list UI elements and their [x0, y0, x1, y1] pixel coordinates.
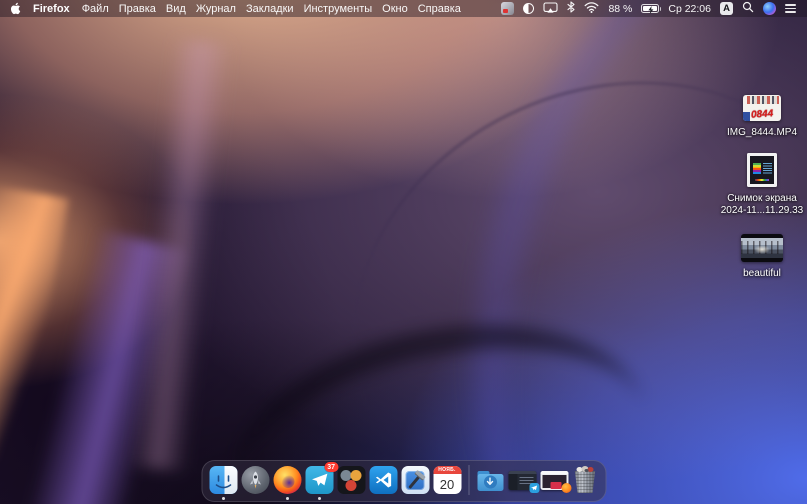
siri-icon[interactable]: [763, 2, 776, 15]
menubar-app-icon[interactable]: [501, 2, 514, 15]
apple-menu-icon[interactable]: [10, 2, 21, 15]
telegram-badge-icon: [529, 483, 539, 493]
app-menu-title[interactable]: Firefox: [33, 3, 70, 15]
wallpaper-streak: [0, 185, 69, 465]
calendar-icon: НОЯБ. 20: [433, 466, 461, 494]
screen-mirroring-icon[interactable]: [543, 2, 558, 16]
dock-telegram[interactable]: 37: [305, 466, 333, 494]
davinci-resolve-icon: [337, 466, 365, 494]
dock-davinci-resolve[interactable]: [337, 466, 365, 494]
file-label-line1: Снимок экрана: [727, 193, 797, 205]
dock-calendar[interactable]: НОЯБ. 20: [433, 466, 461, 494]
menu-item-help[interactable]: Справка: [418, 3, 461, 15]
dock-trash-full[interactable]: [572, 466, 598, 494]
menu-lines-icon[interactable]: [785, 4, 796, 13]
wallpaper-streak: [128, 38, 233, 472]
dock-divider: [468, 465, 469, 495]
dock-minimized-telegram-window[interactable]: [508, 471, 536, 490]
dock-firefox[interactable]: [273, 466, 301, 494]
vscode-icon: [369, 466, 397, 494]
menu-item-window[interactable]: Окно: [382, 3, 408, 15]
menu-item-bookmarks[interactable]: Закладки: [246, 3, 294, 15]
finder-icon: [209, 466, 237, 494]
video-thumbnail: 0844: [743, 95, 781, 121]
clock[interactable]: Ср 22:06: [668, 3, 711, 15]
launchpad-icon: [241, 466, 269, 494]
spotlight-search-icon[interactable]: [742, 1, 754, 16]
wifi-icon[interactable]: [584, 2, 599, 16]
file-label-line2: 2024-11...11.29.33: [721, 205, 803, 217]
desktop-file-img-8444[interactable]: 0844 IMG_8444.MP4: [720, 95, 804, 139]
downloads-folder-icon: [476, 466, 504, 494]
hammer-glyph: [401, 466, 429, 494]
dock-finder[interactable]: [209, 466, 237, 494]
firefox-icon: [273, 466, 301, 494]
desktop-file-beautiful[interactable]: beautiful: [720, 234, 804, 280]
running-indicator: [318, 497, 321, 500]
calendar-day: 20: [433, 474, 461, 494]
menu-item-tools[interactable]: Инструменты: [304, 3, 373, 15]
wallpaper: [0, 0, 807, 504]
screenshot-thumbnail: [747, 153, 777, 187]
crumpled-paper: [575, 466, 595, 473]
thumbnail-overlay-text: 0844: [751, 108, 774, 121]
rainbow-apple-art: [753, 163, 761, 174]
battery-charging-icon[interactable]: [641, 4, 659, 13]
file-label: IMG_8444.MP4: [727, 127, 797, 139]
dock: 37 НОЯБ. 20: [201, 460, 606, 502]
running-indicator: [222, 497, 225, 500]
menu-item-edit[interactable]: Правка: [119, 3, 156, 15]
firefox-badge-icon: [561, 483, 571, 493]
input-source-badge[interactable]: A: [720, 2, 733, 15]
desktop-file-screenshot[interactable]: Снимок экрана 2024-11...11.29.33: [720, 153, 804, 216]
video-thumbnail: [741, 234, 783, 262]
file-label: beautiful: [743, 268, 781, 280]
dock-minimized-firefox-window[interactable]: [540, 471, 568, 490]
contrast-toggle-icon[interactable]: [523, 3, 534, 14]
notification-badge: 37: [324, 462, 338, 472]
dock-launchpad[interactable]: [241, 466, 269, 494]
wallpaper-streak: [27, 229, 223, 504]
dock-downloads-folder[interactable]: [476, 466, 504, 494]
battery-percent: 88 %: [608, 3, 632, 15]
menu-bar: Firefox Файл Правка Вид Журнал Закладки …: [0, 0, 807, 17]
desktop: Firefox Файл Правка Вид Журнал Закладки …: [0, 0, 807, 504]
dock-xcode[interactable]: [401, 466, 429, 494]
menu-item-file[interactable]: Файл: [82, 3, 109, 15]
menu-item-history[interactable]: Журнал: [196, 3, 236, 15]
dock-vscode[interactable]: [369, 466, 397, 494]
running-indicator: [286, 497, 289, 500]
xcode-icon: [401, 466, 429, 494]
menu-item-view[interactable]: Вид: [166, 3, 186, 15]
calendar-month: НОЯБ.: [433, 466, 461, 474]
bluetooth-icon[interactable]: [567, 1, 575, 16]
